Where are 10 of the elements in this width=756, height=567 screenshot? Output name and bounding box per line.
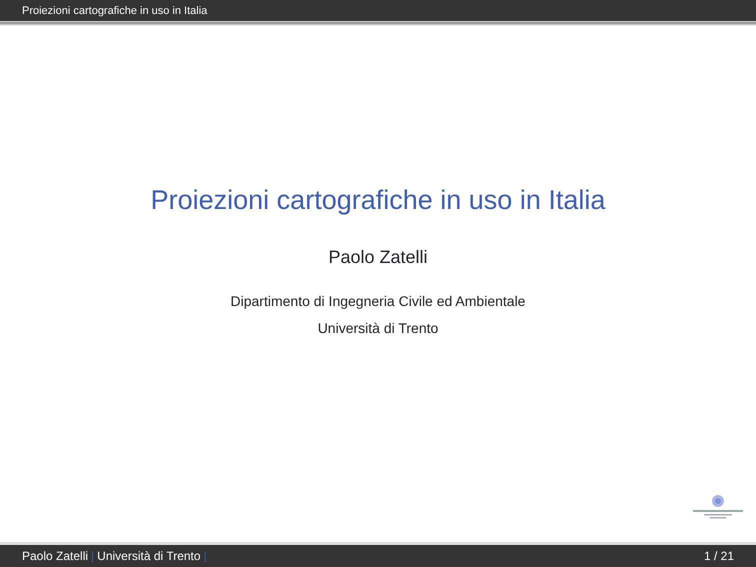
footer-author: Paolo Zatelli <box>22 548 88 565</box>
author-name: Paolo Zatelli <box>328 246 428 270</box>
institute-line: Dipartimento di Ingegneria Civile ed Ambientale <box>230 292 526 312</box>
slide-title: Proiezioni cartografiche in uso in Italia <box>150 184 606 216</box>
footer-separator: | <box>91 548 94 565</box>
page-number: 1 / 21 <box>704 548 734 565</box>
footer-institute: Università di Trento <box>97 548 201 565</box>
institute-line: Università di Trento <box>316 319 440 338</box>
header-title: Proiezioni cartografiche in uso in Italia <box>22 5 208 17</box>
footer-separator: | <box>204 548 207 565</box>
